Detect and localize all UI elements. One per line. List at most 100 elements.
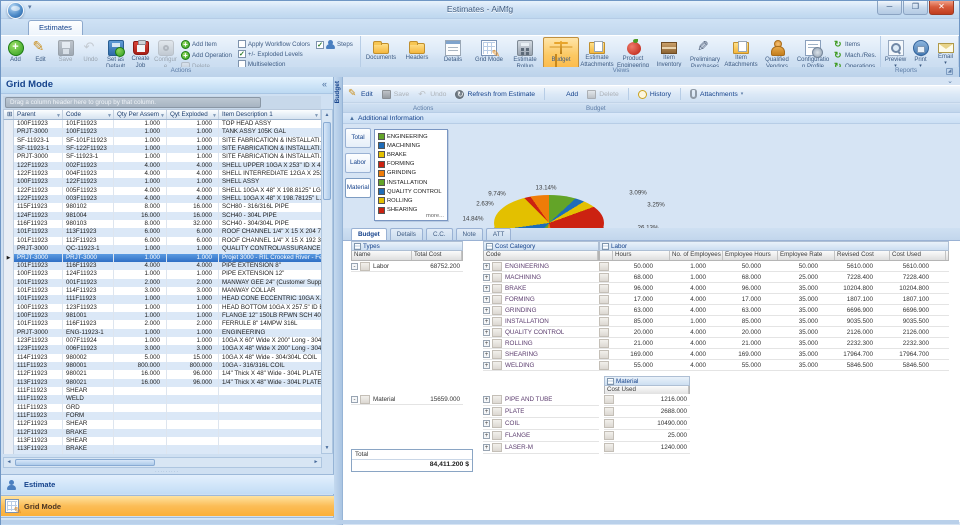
row-selector[interactable] <box>492 431 502 440</box>
dropdown-arrow-icon[interactable]: ▾ <box>741 91 744 97</box>
row-selector[interactable] <box>492 273 502 282</box>
row-selector[interactable] <box>492 306 502 315</box>
row-selector[interactable] <box>360 262 370 271</box>
budget-side-tab[interactable]: Budget <box>334 81 341 103</box>
checkbox[interactable]: ✓ <box>316 41 324 49</box>
row-selector[interactable] <box>4 170 14 178</box>
row-selector[interactable] <box>492 419 502 428</box>
labor-row[interactable]: 85.0001.00085.00035.0009035.5009035.500 <box>599 316 949 327</box>
table-row[interactable]: 100F119239810011.0001.000FLANGE 12" 150L… <box>4 312 322 320</box>
collapse-node-icon[interactable]: - <box>351 263 358 270</box>
table-row[interactable]: 112F11923BRAKE <box>4 429 322 437</box>
filter-icon[interactable]: ▼ <box>212 112 217 119</box>
table-row[interactable]: 111F11923SHEAR <box>4 387 322 395</box>
table-row[interactable]: 101F11923111F119231.0001.000HEAD CONE EC… <box>4 295 322 303</box>
row-selector[interactable] <box>4 295 14 303</box>
row-selector[interactable] <box>604 395 614 404</box>
row-selector[interactable] <box>4 395 14 403</box>
ribbon-button-add-item[interactable]: Add Item <box>181 40 232 49</box>
table-row[interactable]: PRJT-3000SF-11923-11.0001.000SITE FABRIC… <box>4 153 322 161</box>
row-selector[interactable] <box>492 350 502 359</box>
row-selector[interactable] <box>4 137 14 145</box>
labor-row[interactable]: 50.0001.00050.00050.0005610.0005610.000 <box>599 261 949 272</box>
row-selector[interactable] <box>4 237 14 245</box>
expand-node-icon[interactable]: + <box>483 329 490 336</box>
cost-category-row[interactable]: +FORMING <box>483 294 599 305</box>
cost-category-row[interactable]: +INSTALLATION <box>483 316 599 327</box>
row-selector[interactable] <box>4 429 14 437</box>
row-selector[interactable] <box>4 178 14 186</box>
table-row[interactable]: 101F11923113F119236.0006.000ROOF CHANNEL… <box>4 228 322 236</box>
material-cost-row[interactable]: 2688.000 <box>604 406 690 418</box>
table-row[interactable]: 122F11923005F119234.0004.000SHELL 10GA X… <box>4 187 322 195</box>
table-row[interactable]: 100F11923123F119231.0001.000HEAD BOTTOM … <box>4 304 322 312</box>
expand-node-icon[interactable]: + <box>483 408 490 415</box>
toolbar-button-add[interactable]: Add <box>554 90 578 99</box>
close-button[interactable]: ✕ <box>929 1 954 15</box>
cost-category-row[interactable]: +MACHINING <box>483 272 599 283</box>
row-selector[interactable] <box>4 228 14 236</box>
expand-node-icon[interactable]: + <box>483 351 490 358</box>
toolbar-button-history[interactable]: History <box>638 90 671 99</box>
table-row[interactable]: PRJT-3000100F119231.0001.000TANK ASSY 10… <box>4 128 322 136</box>
expand-node-icon[interactable]: + <box>483 420 490 427</box>
row-selector[interactable] <box>4 329 14 337</box>
expand-node-icon[interactable]: + <box>483 432 490 439</box>
table-row[interactable]: 101F11923116F119232.0002.000FERRULE 8" 1… <box>4 320 322 328</box>
tab-estimates[interactable]: Estimates <box>28 20 83 35</box>
table-row[interactable]: 113F11923BRAKE <box>4 445 322 453</box>
checkbox-exploded-levels[interactable]: ✓+/-Exploded Levels <box>238 50 310 58</box>
row-selector[interactable] <box>599 295 609 304</box>
table-row[interactable]: 123F11923007F119241.0001.00010GA X 60" W… <box>4 337 322 345</box>
column-header-item-description[interactable]: Item Description 1▼ <box>219 110 321 119</box>
row-selector[interactable] <box>4 412 14 420</box>
row-selector[interactable] <box>492 262 502 271</box>
row-selector[interactable] <box>4 195 14 203</box>
scrollbar-thumb[interactable] <box>323 122 331 200</box>
table-row[interactable]: 101F11923001F119232.0002.000MANWAY GEE 2… <box>4 279 322 287</box>
column-employee-hours[interactable]: Employee Hours <box>723 251 778 260</box>
row-selector[interactable] <box>4 262 14 270</box>
row-selector[interactable] <box>604 419 614 428</box>
column-no-of-employees[interactable]: No. of Employees <box>670 251 723 260</box>
cost-category-row[interactable]: +ENGINEERING <box>483 261 599 272</box>
table-row[interactable]: 111F11923FORM <box>4 412 322 420</box>
labor-row[interactable]: 21.0004.00021.00035.0002232.3002232.300 <box>599 338 949 349</box>
column-revised-cost[interactable]: Revised Cost <box>835 251 890 260</box>
row-selector[interactable] <box>492 339 502 348</box>
ribbon-button-mach-res[interactable]: Mach./Res. <box>834 51 876 60</box>
row-selector[interactable] <box>599 306 609 315</box>
row-selector[interactable] <box>4 279 14 287</box>
row-selector[interactable] <box>604 443 614 452</box>
row-selector[interactable] <box>4 387 14 395</box>
table-row[interactable]: 122F11923003F119234.0004.000SHELL 10GA X… <box>4 195 322 203</box>
row-selector[interactable] <box>4 337 14 345</box>
filter-icon[interactable]: ▼ <box>160 112 165 119</box>
row-selector[interactable] <box>492 328 502 337</box>
expand-node-icon[interactable]: + <box>483 444 490 451</box>
row-selector[interactable] <box>492 361 502 370</box>
cost-category-row[interactable]: +WELDING <box>483 360 599 371</box>
row-selector[interactable] <box>492 317 502 326</box>
table-row[interactable]: 101F11923116F119234.0004.000PIPE EXTENSI… <box>4 262 322 270</box>
column-header-qty-per-assem[interactable]: Qty Per Assem▼ <box>114 110 167 119</box>
tab-c-c[interactable]: C.C. <box>426 228 453 240</box>
material-category-row[interactable]: +PLATE <box>483 406 599 418</box>
filter-icon[interactable]: ▼ <box>56 112 61 119</box>
additional-information-header[interactable]: ▲Additional Information <box>343 113 960 124</box>
expand-node-icon[interactable]: + <box>483 318 490 325</box>
row-selector[interactable] <box>4 120 14 128</box>
column-total-cost[interactable]: Total Cost <box>412 251 462 260</box>
table-row[interactable]: 100F11923124F119231.0001.000PIPE EXTENSI… <box>4 270 322 278</box>
row-selector[interactable] <box>4 220 14 228</box>
table-row[interactable]: 116F119239801038.00032.000SCH40 - 304/30… <box>4 220 322 228</box>
horizontal-scrollbar[interactable]: ◄ ► <box>3 457 322 468</box>
row-selector[interactable] <box>599 284 609 293</box>
expand-node-icon[interactable]: + <box>483 263 490 270</box>
scroll-left-arrow[interactable]: ◄ <box>4 458 14 467</box>
material-category-row[interactable]: +LASER-M <box>483 442 599 454</box>
row-selector[interactable] <box>4 162 14 170</box>
table-row[interactable]: 115F119239801028.00016.000SCH80 - 316/31… <box>4 203 322 211</box>
material-category-row[interactable]: +PIPE AND TUBE <box>483 394 599 406</box>
column-cost-used[interactable]: Cost Used <box>890 251 946 260</box>
